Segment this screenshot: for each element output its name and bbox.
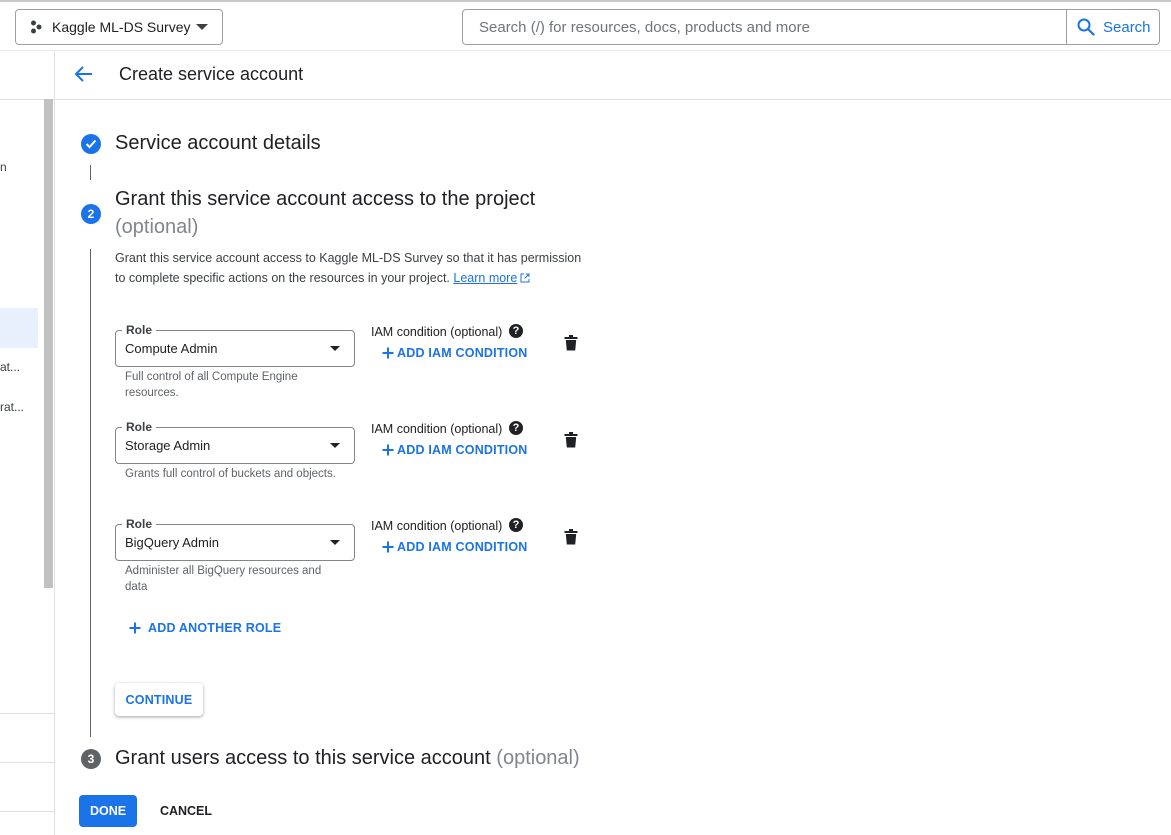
step3-title-text: Grant users access to this service accou… [115,747,491,769]
delete-role-icon[interactable] [564,335,578,351]
step2-optional-label: (optional) [115,216,199,238]
continue-button[interactable]: CONTINUE [115,683,203,716]
help-icon[interactable]: ? [509,324,523,338]
role-field-label: Role [122,420,157,434]
search-icon [1077,18,1095,36]
search-box[interactable] [462,9,1067,45]
search-button-label: Search [1103,18,1151,36]
search-input[interactable] [463,10,1066,44]
step-complete-check-icon [81,134,101,154]
project-selector[interactable]: Kaggle ML-DS Survey [15,9,223,45]
arrow-back-icon [74,66,92,82]
role-select[interactable]: Role BigQuery Admin [115,517,355,561]
step3-optional-label: (optional) [496,747,580,769]
stepper-connector [90,249,91,737]
cancel-button[interactable]: CANCEL [150,795,222,827]
rail-item-selected[interactable] [0,308,38,348]
iam-condition-label: IAM condition (optional) [371,422,503,436]
add-iam-condition-label: ADD IAM CONDITION [397,540,528,554]
dropdown-arrow-icon [330,443,340,448]
role-hint: Grants full control of buckets and objec… [125,468,336,480]
step3-title[interactable]: Grant users access to this service accou… [115,747,580,770]
role-select-value: BigQuery Admin [125,535,219,550]
add-iam-condition-button[interactable]: ADD IAM CONDITION [381,540,527,554]
add-another-role-button[interactable]: ADD ANOTHER ROLE [128,621,281,635]
role-select-value: Compute Admin [125,341,218,356]
add-iam-condition-button[interactable]: ADD IAM CONDITION [381,443,527,457]
step3-number-badge: 3 [81,749,101,769]
role-select[interactable]: Role Storage Admin [115,420,355,464]
iam-condition-label: IAM condition (optional) [371,325,503,339]
search-button[interactable]: Search [1066,9,1160,45]
rail-divider [0,713,54,714]
plus-icon [382,541,394,553]
done-button[interactable]: DONE [79,795,137,827]
dropdown-arrow-icon [330,346,340,351]
rail-item-label[interactable]: rat... [0,400,24,414]
project-name: Kaggle ML-DS Survey [52,19,191,35]
stepper-connector [90,165,91,180]
learn-more-label: Learn more [453,271,518,285]
rail-item-label[interactable]: n [0,160,7,174]
iam-condition-label: IAM condition (optional) [371,519,503,533]
role-field-label: Role [122,323,157,337]
plus-icon [129,622,141,634]
back-button[interactable] [73,63,95,85]
step2-description: Grant this service account access to Kag… [115,248,585,288]
help-icon[interactable]: ? [509,421,523,435]
add-iam-condition-label: ADD IAM CONDITION [397,346,528,360]
help-icon[interactable]: ? [509,518,523,532]
role-hint: Administer all BigQuery resources and da… [125,565,322,593]
dropdown-arrow-icon [330,540,340,545]
rail-divider [0,762,54,763]
project-icon [31,20,42,34]
add-iam-condition-button[interactable]: ADD IAM CONDITION [381,346,527,360]
role-field-label: Role [122,517,157,531]
role-select-value: Storage Admin [125,438,211,453]
rail-divider [0,811,54,812]
role-hint: Full control of all Compute Engine resou… [125,371,298,399]
add-iam-condition-label: ADD IAM CONDITION [397,443,528,457]
step2-number-badge: 2 [81,204,101,224]
step2-title: Grant this service account access to the… [115,188,536,210]
external-link-icon [520,273,530,283]
rail-item-label[interactable]: at... [0,360,20,374]
add-another-role-label: ADD ANOTHER ROLE [148,621,282,635]
learn-more-link[interactable]: Learn more [453,271,530,285]
role-select[interactable]: Role Compute Admin [115,323,355,367]
delete-role-icon[interactable] [564,529,578,545]
delete-role-icon[interactable] [564,432,578,448]
chevron-down-icon [196,24,208,30]
rail-scrollbar[interactable] [44,99,53,588]
page-title: Create service account [119,64,304,84]
step1-title[interactable]: Service account details [115,132,321,155]
plus-icon [382,347,394,359]
plus-icon [382,444,394,456]
